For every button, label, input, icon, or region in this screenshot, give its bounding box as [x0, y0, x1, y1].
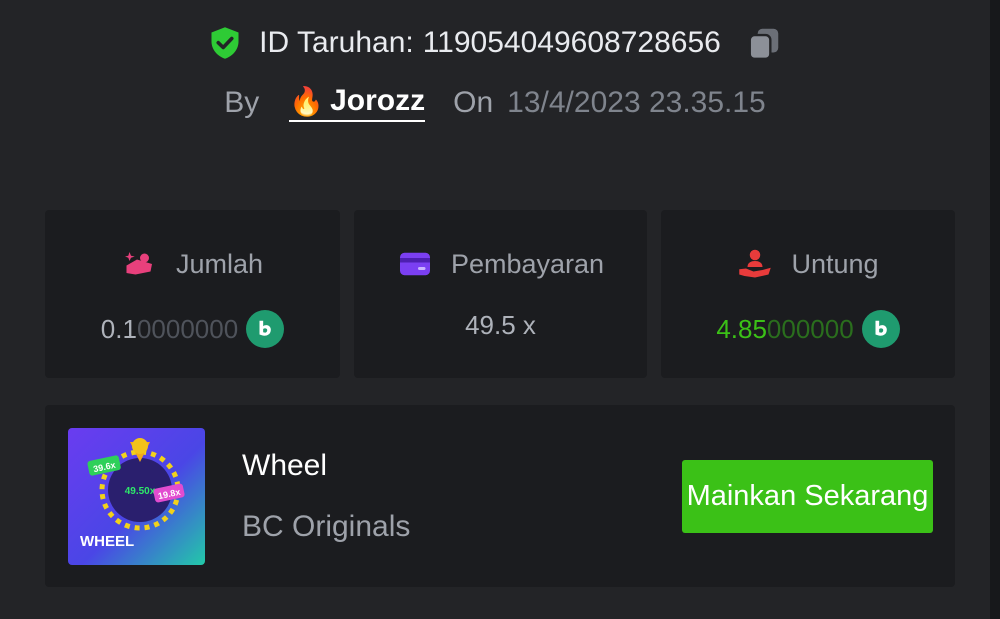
on-label: On	[453, 86, 494, 119]
stat-amount-value-lead: 0.1	[100, 313, 137, 344]
bet-date: 13/4/2023 23.35.15	[507, 86, 766, 119]
bet-id-value: 119054049608728656	[422, 26, 721, 59]
stat-card-payout: Pembayaran 49.5 x	[354, 210, 647, 378]
fire-icon: 🔥	[289, 85, 325, 117]
user-link[interactable]: 🔥 Jorozz	[289, 84, 426, 122]
money-hand-icon	[124, 252, 152, 275]
stat-card-profit: Untung 4.85 000000	[661, 210, 955, 378]
by-label: By	[224, 86, 260, 119]
coin-icon	[246, 310, 285, 348]
stat-amount-label: Jumlah	[175, 248, 264, 279]
stat-amount-value-dim: 0000000	[136, 313, 239, 344]
game-card: 49.50x 39.6x 19.8x WHEEL Wheel BC Origin…	[45, 405, 955, 587]
stat-payout-label: Pembayaran	[450, 248, 605, 279]
username: Jorozz	[330, 84, 426, 117]
stat-payout-value: 49.5 x	[465, 310, 536, 340]
bet-id-row: ID Taruhan: 119054049608728656	[0, 24, 990, 62]
shield-check-icon	[211, 27, 239, 59]
bet-stats: Jumlah 0.1 0000000 Pembayaran 49.5 x Unt…	[45, 210, 955, 378]
card-icon	[399, 252, 430, 276]
stat-profit-label: Untung	[791, 248, 879, 279]
stat-profit-value-lead: 4.85	[716, 313, 767, 344]
game-name[interactable]: Wheel	[242, 449, 327, 483]
game-provider: BC Originals	[242, 510, 411, 543]
coin-icon	[861, 310, 900, 348]
scrollbar[interactable]	[990, 0, 1000, 619]
play-now-button[interactable]: Mainkan Sekarang	[682, 460, 933, 533]
thumb-title: WHEEL	[80, 533, 134, 550]
stat-profit-value-dim: 000000	[766, 313, 854, 344]
stat-card-amount: Jumlah 0.1 0000000	[45, 210, 340, 378]
bet-meta-row: By 🔥 Jorozz On 13/4/2023 23.35.15	[0, 84, 990, 122]
game-thumbnail[interactable]: 49.50x 39.6x 19.8x WHEEL	[68, 428, 205, 565]
copy-icon[interactable]	[745, 24, 783, 62]
thumb-center-value: 49.50x	[125, 486, 156, 497]
profit-hand-icon	[739, 249, 772, 278]
bet-id-label: ID Taruhan:	[259, 26, 414, 59]
bet-detail-panel: ID Taruhan: 119054049608728656 By 🔥 Joro…	[0, 0, 990, 619]
